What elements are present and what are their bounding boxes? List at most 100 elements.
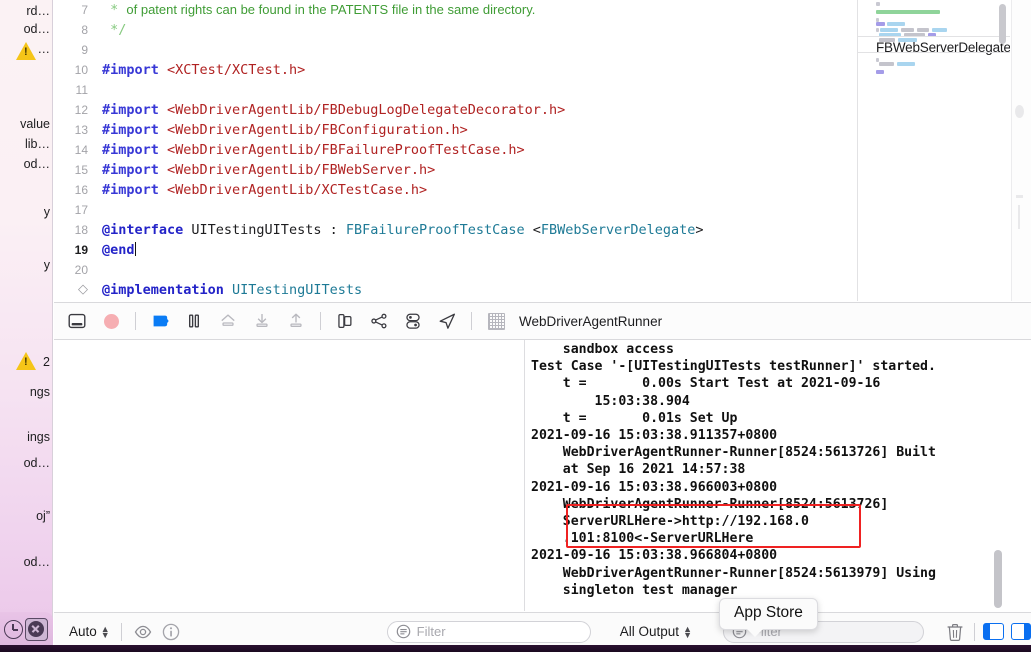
- trash-icon[interactable]: [944, 621, 966, 643]
- code-line[interactable]: 19 @end: [54, 240, 856, 260]
- symbol-marker-icon[interactable]: ◇: [54, 280, 88, 300]
- pause-icon[interactable]: [177, 306, 211, 336]
- issue-navigator[interactable]: rd… od… … value lib… od… y y 2 ngs ings od… oj” od…: [0, 0, 53, 622]
- auto-label: Auto: [69, 624, 97, 639]
- console-line: 15:03:38.904: [531, 393, 690, 409]
- code-line[interactable]: 10 #import <XCTest/XCTest.h>: [54, 60, 856, 80]
- debug-process-title: WebDriverAgentRunner: [519, 313, 663, 329]
- toggle-variables-panel-icon[interactable]: [983, 623, 1004, 640]
- code-text: #import <XCTest/XCTest.h>: [102, 62, 306, 78]
- console-scrollbar[interactable]: [994, 550, 1002, 608]
- app-store-tooltip: App Store: [719, 598, 818, 637]
- source-editor[interactable]: 7 * of patent rights can be found in the…: [54, 0, 856, 301]
- navigator-row[interactable]: 2: [43, 355, 50, 369]
- simulate-location-icon[interactable]: [430, 306, 464, 336]
- navigator-row[interactable]: y: [44, 205, 50, 219]
- code-line[interactable]: 18 @interface UITestingUITests : FBFailur…: [54, 220, 856, 240]
- code-line[interactable]: ◇ @implementation UITestingUITests: [54, 280, 856, 300]
- environment-overrides-icon[interactable]: [396, 306, 430, 336]
- navigator-row[interactable]: rd…: [26, 4, 50, 18]
- stop-badge-icon[interactable]: [25, 618, 48, 641]
- navigator-row[interactable]: od…: [24, 555, 50, 569]
- code-text: @interface UITestingUITests : FBFailureP…: [102, 222, 704, 238]
- code-line[interactable]: 9: [54, 40, 856, 60]
- view-hierarchy-icon[interactable]: [328, 306, 362, 336]
- navigator-row[interactable]: od…: [24, 22, 50, 36]
- memory-graph-icon[interactable]: [362, 306, 396, 336]
- divider-2: [974, 622, 976, 641]
- toggle-console-panel-icon[interactable]: [1010, 623, 1031, 640]
- code-text: @end: [102, 242, 137, 258]
- variables-view[interactable]: [54, 340, 524, 611]
- code-line[interactable]: 20: [54, 260, 856, 280]
- output-popup-button[interactable]: All Output ▲ ▼: [620, 624, 692, 639]
- console-output[interactable]: sandbox access Test Case '-[UITestingUITe…: [525, 340, 1006, 611]
- navigator-row[interactable]: y: [44, 258, 50, 272]
- console-line: .101:8100<-ServerURLHere: [531, 531, 754, 547]
- deactivate-breakpoints-icon[interactable]: [94, 306, 128, 336]
- navigator-row-label: ings: [27, 430, 50, 444]
- code-text: #import <WebDriverAgentLib/FBWebServer.h…: [102, 162, 436, 178]
- chevron-updown-icon-2: ▲ ▼: [683, 623, 692, 640]
- navigator-row-label: od…: [23, 22, 50, 36]
- line-number[interactable]: 16: [54, 180, 88, 200]
- navigator-row[interactable]: …: [38, 42, 51, 56]
- navigator-row[interactable]: value: [20, 117, 50, 131]
- step-over-icon[interactable]: [211, 306, 245, 336]
- variables-filter-field[interactable]: Filter: [386, 620, 591, 643]
- code-line[interactable]: 11: [54, 80, 856, 100]
- divider: [120, 622, 122, 641]
- code-text: #import <WebDriverAgentLib/FBDebugLogDel…: [102, 102, 566, 118]
- line-number[interactable]: 12: [54, 100, 88, 120]
- code-line[interactable]: 15 #import <WebDriverAgentLib/FBWebServer…: [54, 160, 856, 180]
- line-number[interactable]: 7: [54, 0, 88, 20]
- minimap-line: [879, 62, 894, 66]
- console-line: WebDriverAgentRunner-Runner[8524:5613726…: [531, 445, 936, 461]
- line-number[interactable]: 18: [54, 220, 88, 240]
- code-line[interactable]: 16 #import <WebDriverAgentLib/XCTestCase.…: [54, 180, 856, 200]
- line-number[interactable]: 15: [54, 160, 88, 180]
- code-line[interactable]: 17: [54, 200, 856, 220]
- line-number[interactable]: 10: [54, 60, 88, 80]
- line-number[interactable]: 13: [54, 120, 88, 140]
- line-number[interactable]: 19: [54, 240, 88, 260]
- code-line[interactable]: 7 * of patent rights can be found in the…: [54, 0, 856, 20]
- eye-icon[interactable]: [133, 622, 153, 642]
- clock-icon[interactable]: [4, 620, 23, 639]
- info-icon[interactable]: [161, 622, 181, 642]
- divider: [135, 312, 136, 330]
- console-line: t = 0.00s Start Test at 2021-09-16: [531, 376, 881, 392]
- console-line: Test Case '-[UITestingUITests testRunner…: [531, 359, 936, 375]
- code-line[interactable]: 13 #import <WebDriverAgentLib/FBConfigura…: [54, 120, 856, 140]
- continue-icon[interactable]: [143, 306, 177, 336]
- minimap-line: [901, 28, 914, 32]
- line-number[interactable]: 8: [54, 20, 88, 40]
- editor-minimap[interactable]: FBWebServerDelegate: [857, 0, 1010, 301]
- hide-debug-area-icon[interactable]: [60, 306, 94, 336]
- line-number[interactable]: 11: [54, 80, 88, 100]
- step-into-icon[interactable]: [245, 306, 279, 336]
- code-text: */: [102, 22, 127, 38]
- step-out-icon[interactable]: [279, 306, 313, 336]
- minimap-scrollbar[interactable]: [999, 4, 1006, 44]
- code-line[interactable]: 12 #import <WebDriverAgentLib/FBDebugLogD…: [54, 100, 856, 120]
- navigator-row[interactable]: od…: [24, 456, 50, 470]
- line-number[interactable]: 17: [54, 200, 88, 220]
- line-number[interactable]: 14: [54, 140, 88, 160]
- dock-strip: [0, 645, 1031, 652]
- navigator-row[interactable]: od…: [24, 157, 50, 171]
- navigator-row[interactable]: ings: [27, 430, 50, 444]
- code-line[interactable]: 14 #import <WebDriverAgentLib/FBFailurePr…: [54, 140, 856, 160]
- navigator-row-label: oj”: [36, 509, 50, 523]
- navigator-row[interactable]: lib…: [25, 137, 50, 151]
- console-line: WebDriverAgentRunner-Runner[8524:5613979…: [531, 565, 936, 581]
- auto-popup-button[interactable]: Auto ▲ ▼: [69, 624, 110, 639]
- line-number[interactable]: 20: [54, 260, 88, 280]
- navigator-row[interactable]: ngs: [30, 385, 50, 399]
- line-number[interactable]: 9: [54, 40, 88, 60]
- code-line[interactable]: 8 */: [54, 20, 856, 40]
- navigator-row[interactable]: oj”: [36, 509, 50, 523]
- variables-filter-placeholder: Filter: [416, 624, 446, 639]
- navigator-row-label: od…: [23, 456, 50, 470]
- debug-toolbar[interactable]: WebDriverAgentRunner: [54, 302, 1031, 340]
